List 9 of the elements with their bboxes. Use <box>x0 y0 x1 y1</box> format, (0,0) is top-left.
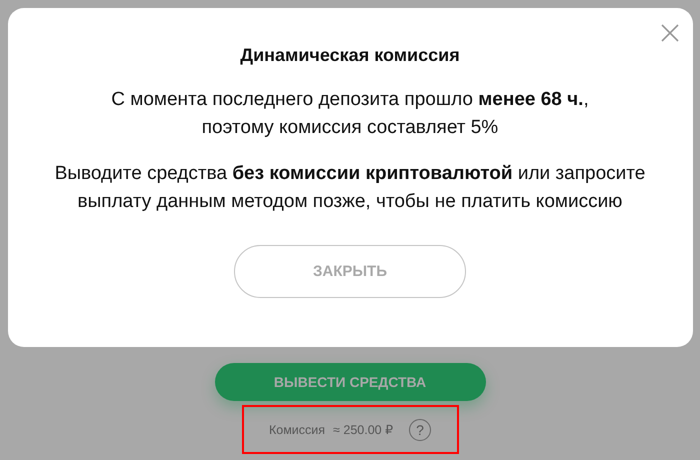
help-button[interactable]: ? <box>409 418 432 440</box>
commission-amount: ≈ 250.00 ₽ <box>333 422 394 437</box>
dialog-title: Динамическая комиссия <box>240 45 460 66</box>
dialog-message: Выводите средства без комиссии криптовалютой или запросите выплату данным методом позже, чтобы не платить комиссию <box>54 162 646 214</box>
close-icon[interactable] <box>658 22 680 44</box>
withdraw-button[interactable]: ВЫВЕСТИ СРЕДСТВА <box>214 363 486 401</box>
close-button[interactable]: ЗАКРЫТЬ <box>234 245 466 298</box>
dialog-message: С момента последнего депозита прошло менее 68 ч., поэтому комиссия составляет 5% <box>110 88 590 140</box>
commission-label: Комиссия <box>268 422 326 436</box>
